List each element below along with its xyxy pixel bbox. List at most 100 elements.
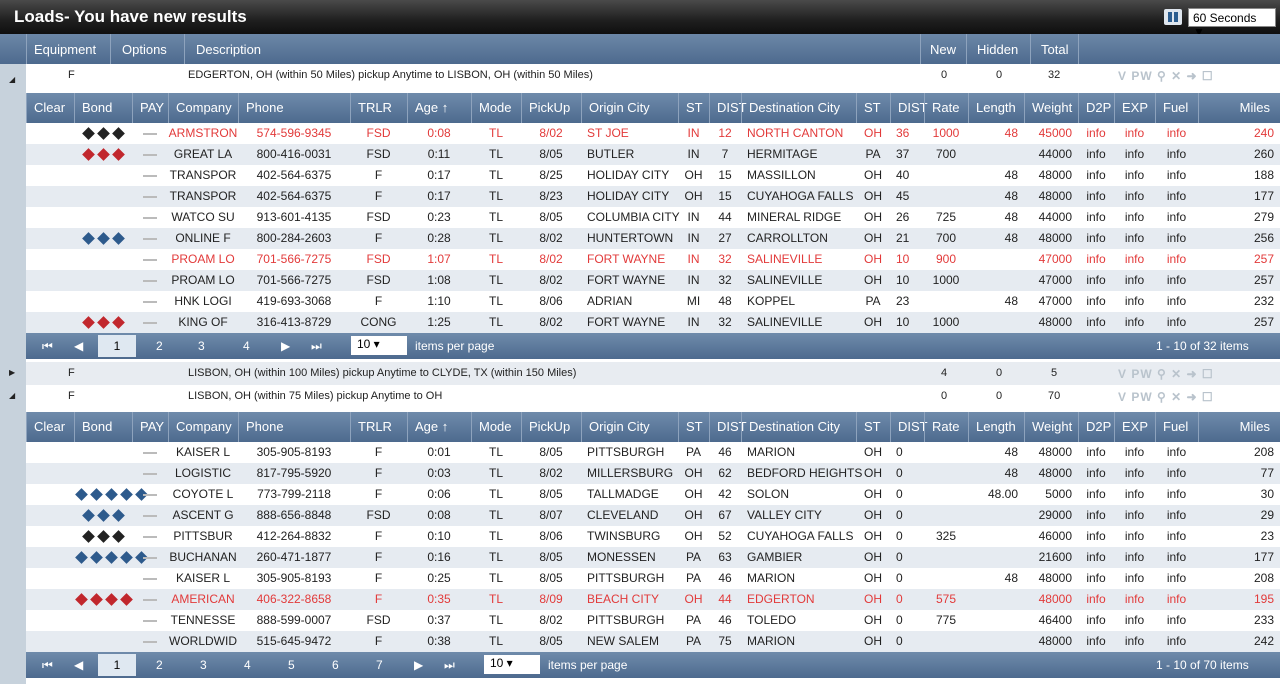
table-row[interactable]: AMERICAN 406-322-8658 F 0:35 TL 8/09 BEACH CIT… [26, 589, 1280, 610]
cell-d2p[interactable]: info [1078, 568, 1114, 589]
description-header[interactable]: Description [196, 42, 261, 57]
cell-d2p[interactable]: info [1078, 249, 1114, 270]
table-row[interactable]: COYOTE L 773-799-2118 F 0:06 TL 8/05 TALLMADGE… [26, 484, 1280, 505]
cell-d2p[interactable]: info [1078, 312, 1114, 333]
cell-fuel[interactable]: info [1155, 186, 1198, 207]
table-row[interactable]: GREAT LA 800-416-0031 FSD 0:11 TL 8/05 BUTLER I… [26, 144, 1280, 165]
cell-fuel[interactable]: info [1155, 249, 1198, 270]
col-header-length[interactable]: Length [968, 412, 1024, 442]
cell-d2p[interactable]: info [1078, 463, 1114, 484]
col-header-destination-city[interactable]: Destination City [741, 93, 856, 123]
col-header-d2p[interactable]: D2P [1078, 412, 1114, 442]
collapse-arrow-icon[interactable]: ◢ [9, 391, 15, 400]
col-header-origin-city[interactable]: Origin City [581, 93, 678, 123]
cell-d2p[interactable]: info [1078, 547, 1114, 568]
col-header-bond[interactable]: Bond [74, 93, 132, 123]
cell-exp[interactable]: info [1114, 312, 1155, 333]
col-header-miles[interactable]: Miles [1198, 412, 1280, 442]
cell-exp[interactable]: info [1114, 505, 1155, 526]
page-button[interactable]: 4 [243, 339, 250, 353]
col-header-pay[interactable]: PAY [132, 93, 168, 123]
col-header-fuel[interactable]: Fuel [1155, 412, 1198, 442]
table-row[interactable]: PROAM LO 701-566-7275 FSD 1:07 TL 8/02 FORT WA… [26, 249, 1280, 270]
col-header-clear[interactable]: Clear [26, 93, 74, 123]
cell-d2p[interactable]: info [1078, 144, 1114, 165]
cell-exp[interactable]: info [1114, 631, 1155, 652]
table-row[interactable]: ASCENT G 888-656-8848 FSD 0:08 TL 8/07 CLEVELA… [26, 505, 1280, 526]
cell-exp[interactable]: info [1114, 291, 1155, 312]
last-page-icon[interactable]: ⏭ [311, 339, 322, 354]
table-row[interactable]: ARMSTRON 574-596-9345 FSD 0:08 TL 8/02 ST JOE I… [26, 123, 1280, 144]
col-header-phone[interactable]: Phone [238, 93, 350, 123]
cell-exp[interactable]: info [1114, 484, 1155, 505]
cell-exp[interactable]: info [1114, 228, 1155, 249]
table-row[interactable]: KAISER L 305-905-8193 F 0:01 TL 8/05 PITTSBURG… [26, 442, 1280, 463]
col-header-origin-city[interactable]: Origin City [581, 412, 678, 442]
next-page-icon[interactable]: ▶ [281, 339, 290, 353]
cell-exp[interactable]: info [1114, 526, 1155, 547]
col-header-trailer[interactable]: TRLR [350, 412, 407, 442]
cell-fuel[interactable]: info [1155, 291, 1198, 312]
page-button[interactable]: 4 [244, 658, 251, 672]
table-row[interactable]: TENNESSE 888-599-0007 FSD 0:37 TL 8/02 PITTSBU… [26, 610, 1280, 631]
cell-fuel[interactable]: info [1155, 589, 1198, 610]
hidden-header[interactable]: Hidden [977, 42, 1018, 57]
col-header-trailer[interactable]: TRLR [350, 93, 407, 123]
col-header-destination-state[interactable]: ST [856, 412, 890, 442]
cell-exp[interactable]: info [1114, 144, 1155, 165]
cell-exp[interactable]: info [1114, 186, 1155, 207]
last-page-icon[interactable]: ⏭ [444, 658, 455, 673]
cell-exp[interactable]: info [1114, 589, 1155, 610]
group-actions-icon[interactable]: V PW ⚲ ✕ ➜ ☐ [1118, 390, 1214, 404]
col-header-d2p[interactable]: D2P [1078, 93, 1114, 123]
items-per-page-select[interactable]: 10 ▾ [351, 336, 407, 355]
cell-fuel[interactable]: info [1155, 610, 1198, 631]
cell-d2p[interactable]: info [1078, 589, 1114, 610]
search-group-row[interactable]: F LISBON, OH (within 75 Miles) pickup An… [26, 385, 1280, 408]
col-header-miles[interactable]: Miles [1198, 93, 1280, 123]
page-button[interactable]: 3 [200, 658, 207, 672]
cell-d2p[interactable]: info [1078, 505, 1114, 526]
col-header-origin-state[interactable]: ST [678, 93, 709, 123]
cell-d2p[interactable]: info [1078, 291, 1114, 312]
col-header-bond[interactable]: Bond [74, 412, 132, 442]
page-button[interactable]: 2 [156, 339, 163, 353]
first-page-icon[interactable]: ⏮ [42, 658, 53, 673]
col-header-fuel[interactable]: Fuel [1155, 93, 1198, 123]
col-header-destination-dist[interactable]: DIST [890, 412, 928, 442]
cell-exp[interactable]: info [1114, 568, 1155, 589]
cell-d2p[interactable]: info [1078, 526, 1114, 547]
table-row[interactable]: KAISER L 305-905-8193 F 0:25 TL 8/05 PITTSBURG… [26, 568, 1280, 589]
group-actions-icon[interactable]: V PW ⚲ ✕ ➜ ☐ [1118, 69, 1214, 83]
cell-fuel[interactable]: info [1155, 505, 1198, 526]
pause-icon[interactable] [1164, 9, 1182, 25]
cell-exp[interactable]: info [1114, 463, 1155, 484]
cell-exp[interactable]: info [1114, 249, 1155, 270]
group-actions-icon[interactable]: V PW ⚲ ✕ ➜ ☐ [1118, 367, 1214, 381]
cell-fuel[interactable]: info [1155, 484, 1198, 505]
search-group-row[interactable]: F EDGERTON, OH (within 50 Miles) pickup … [26, 64, 1280, 87]
table-row[interactable]: WATCO SU 913-601-4135 FSD 0:23 TL 8/05 COLUMBI… [26, 207, 1280, 228]
prev-page-icon[interactable]: ◀ [74, 658, 83, 672]
cell-fuel[interactable]: info [1155, 547, 1198, 568]
cell-fuel[interactable]: info [1155, 631, 1198, 652]
cell-exp[interactable]: info [1114, 207, 1155, 228]
table-row[interactable]: PROAM LO 701-566-7275 FSD 1:08 TL 8/02 FORT WA… [26, 270, 1280, 291]
cell-fuel[interactable]: info [1155, 526, 1198, 547]
cell-fuel[interactable]: info [1155, 144, 1198, 165]
col-header-mode[interactable]: Mode [471, 412, 521, 442]
col-header-clear[interactable]: Clear [26, 412, 74, 442]
cell-d2p[interactable]: info [1078, 270, 1114, 291]
col-header-rate[interactable]: Rate [924, 412, 968, 442]
cell-fuel[interactable]: info [1155, 442, 1198, 463]
cell-d2p[interactable]: info [1078, 610, 1114, 631]
table-row[interactable]: ONLINE F 800-284-2603 F 0:28 TL 8/02 HUNTERTOW… [26, 228, 1280, 249]
table-row[interactable]: WORLDWID 515-645-9472 F 0:38 TL 8/05 NEW SALEM… [26, 631, 1280, 652]
col-header-phone[interactable]: Phone [238, 412, 350, 442]
cell-fuel[interactable]: info [1155, 123, 1198, 144]
col-header-origin-state[interactable]: ST [678, 412, 709, 442]
col-header-age[interactable]: Age ↑ [407, 412, 471, 442]
cell-exp[interactable]: info [1114, 610, 1155, 631]
col-header-destination-dist[interactable]: DIST [890, 93, 928, 123]
cell-fuel[interactable]: info [1155, 312, 1198, 333]
